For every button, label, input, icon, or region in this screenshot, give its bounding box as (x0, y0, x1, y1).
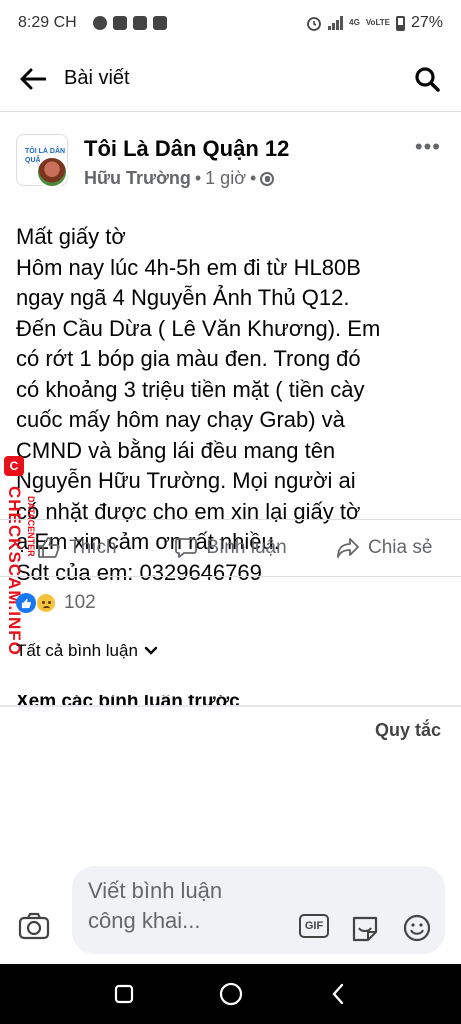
camera-icon (18, 912, 50, 940)
avatar-group[interactable]: TÔI LÀ DÂN QUẬ (16, 134, 74, 194)
comment-filter-dropdown[interactable]: Tất cả bình luận (16, 641, 158, 661)
author-avatar[interactable] (36, 156, 68, 188)
view-previous-comments[interactable]: Xem các bình luận trước (16, 695, 436, 705)
post-line: ngay ngã 4 Nguyễn Ảnh Thủ Q12. (16, 285, 350, 310)
notification-icons (92, 16, 167, 30)
post-actions: Thích Bình luận Chia sẻ (0, 519, 461, 577)
like-reaction-icon (16, 593, 36, 613)
facebook-icon (112, 16, 127, 30)
post: TÔI LÀ DÂN QUẬ Tôi Là Dân Quận 12 Hữu Tr… (0, 112, 461, 588)
comment-button[interactable]: Bình luận (154, 536, 308, 560)
status-bar: 8:29 CH 4G VoLTE 27% (0, 0, 461, 46)
thumbs-up-icon (38, 537, 60, 558)
post-line: Nguyễn Hữu Trường. Mọi người ai (16, 468, 356, 493)
chevron-down-icon (144, 646, 158, 655)
sticker-button[interactable] (349, 914, 381, 942)
network-type: 4G (349, 19, 360, 27)
shield-app-icon (132, 16, 147, 30)
battery-percent: 27% (410, 14, 443, 31)
share-icon (337, 538, 359, 558)
reactions-summary[interactable]: 102 (16, 592, 96, 614)
comment-icon (175, 538, 198, 558)
share-label: Chia sẻ (367, 537, 433, 558)
sticker-icon (352, 916, 378, 942)
app-header: Bài viết (0, 46, 461, 112)
comment-label: Bình luận (206, 537, 287, 558)
home-icon (219, 982, 242, 1006)
battery-icon (395, 15, 405, 31)
post-line: Đến Cầu Dừa ( Lê Văn Khương). Em (16, 315, 381, 341)
like-button[interactable]: Thích (0, 536, 154, 560)
network-4g: 4G (349, 18, 360, 27)
separator: • (250, 168, 257, 188)
download-icon (152, 16, 167, 30)
status-time: 8:29 CH (18, 14, 77, 31)
emoji-icon (403, 914, 431, 942)
back-chevron-icon (331, 983, 343, 1005)
group-name[interactable]: Tôi Là Dân Quận 12 (84, 136, 289, 162)
volte-indicator: VoLTE (366, 19, 390, 27)
alarm-icon (307, 17, 322, 31)
author-line: Hữu Trường • 1 giờ • (84, 168, 289, 189)
post-time[interactable]: 1 giờ (205, 168, 246, 189)
back-nav-button[interactable] (323, 979, 353, 1009)
post-line: Mất giấy tờ (16, 224, 126, 249)
comment-filter-label: Tất cả bình luận (16, 641, 138, 660)
author-name[interactable]: Hữu Trường (84, 168, 191, 189)
post-line: Hôm nay lúc 4h-5h em đi từ HL80B (16, 254, 361, 280)
network-volte: VoLTE (365, 18, 390, 27)
page-title: Bài viết (64, 67, 130, 89)
share-button[interactable]: Chia sẻ (307, 536, 461, 560)
comment-placeholder: Viết bình luận công khai... (88, 878, 223, 933)
post-line: có rớt 1 bóp gia màu đen. Trong đó (16, 346, 361, 371)
emoji-button[interactable] (401, 914, 433, 942)
watermark-badge: C (4, 456, 24, 476)
back-button[interactable] (18, 64, 48, 94)
signal-icon (328, 16, 344, 30)
view-previous-label: Xem các bình luận trước (16, 695, 436, 705)
search-button[interactable] (411, 63, 443, 95)
post-line: có khoảng 3 triệu tiền mặt ( tiền cày (16, 376, 365, 402)
home-button[interactable] (216, 979, 246, 1009)
rules-link[interactable]: Quy tắc (375, 720, 441, 741)
separator: • (194, 168, 202, 188)
divider (0, 705, 461, 707)
messenger-icon (92, 16, 107, 30)
status-left: 8:29 CH (18, 14, 167, 32)
globe-icon (260, 171, 275, 186)
post-line: cuốc mấy hôm nay chạy Grab) và (16, 407, 345, 432)
recents-button[interactable] (109, 979, 139, 1009)
gif-button[interactable]: GIF (299, 914, 329, 938)
sad-reaction-icon (36, 593, 56, 613)
comment-composer: Viết bình luận công khai... GIF (0, 752, 461, 954)
post-line: CMND và bằng lái đều mang tên (16, 437, 336, 463)
system-nav-bar (0, 964, 461, 1024)
composer-icons: GIF (299, 914, 433, 942)
reaction-count: 102 (64, 592, 96, 613)
back-arrow-icon (20, 68, 46, 89)
status-right: 4G VoLTE 27% (306, 14, 443, 32)
search-icon (415, 66, 440, 92)
more-options-button[interactable]: ••• (415, 134, 441, 160)
post-header: TÔI LÀ DÂN QUẬ Tôi Là Dân Quận 12 Hữu Tr… (0, 112, 461, 210)
recents-icon (114, 984, 133, 1004)
post-meta: Tôi Là Dân Quận 12 Hữu Trường • 1 giờ • (84, 134, 289, 210)
like-label: Thích (69, 537, 117, 558)
camera-button[interactable] (18, 912, 50, 940)
